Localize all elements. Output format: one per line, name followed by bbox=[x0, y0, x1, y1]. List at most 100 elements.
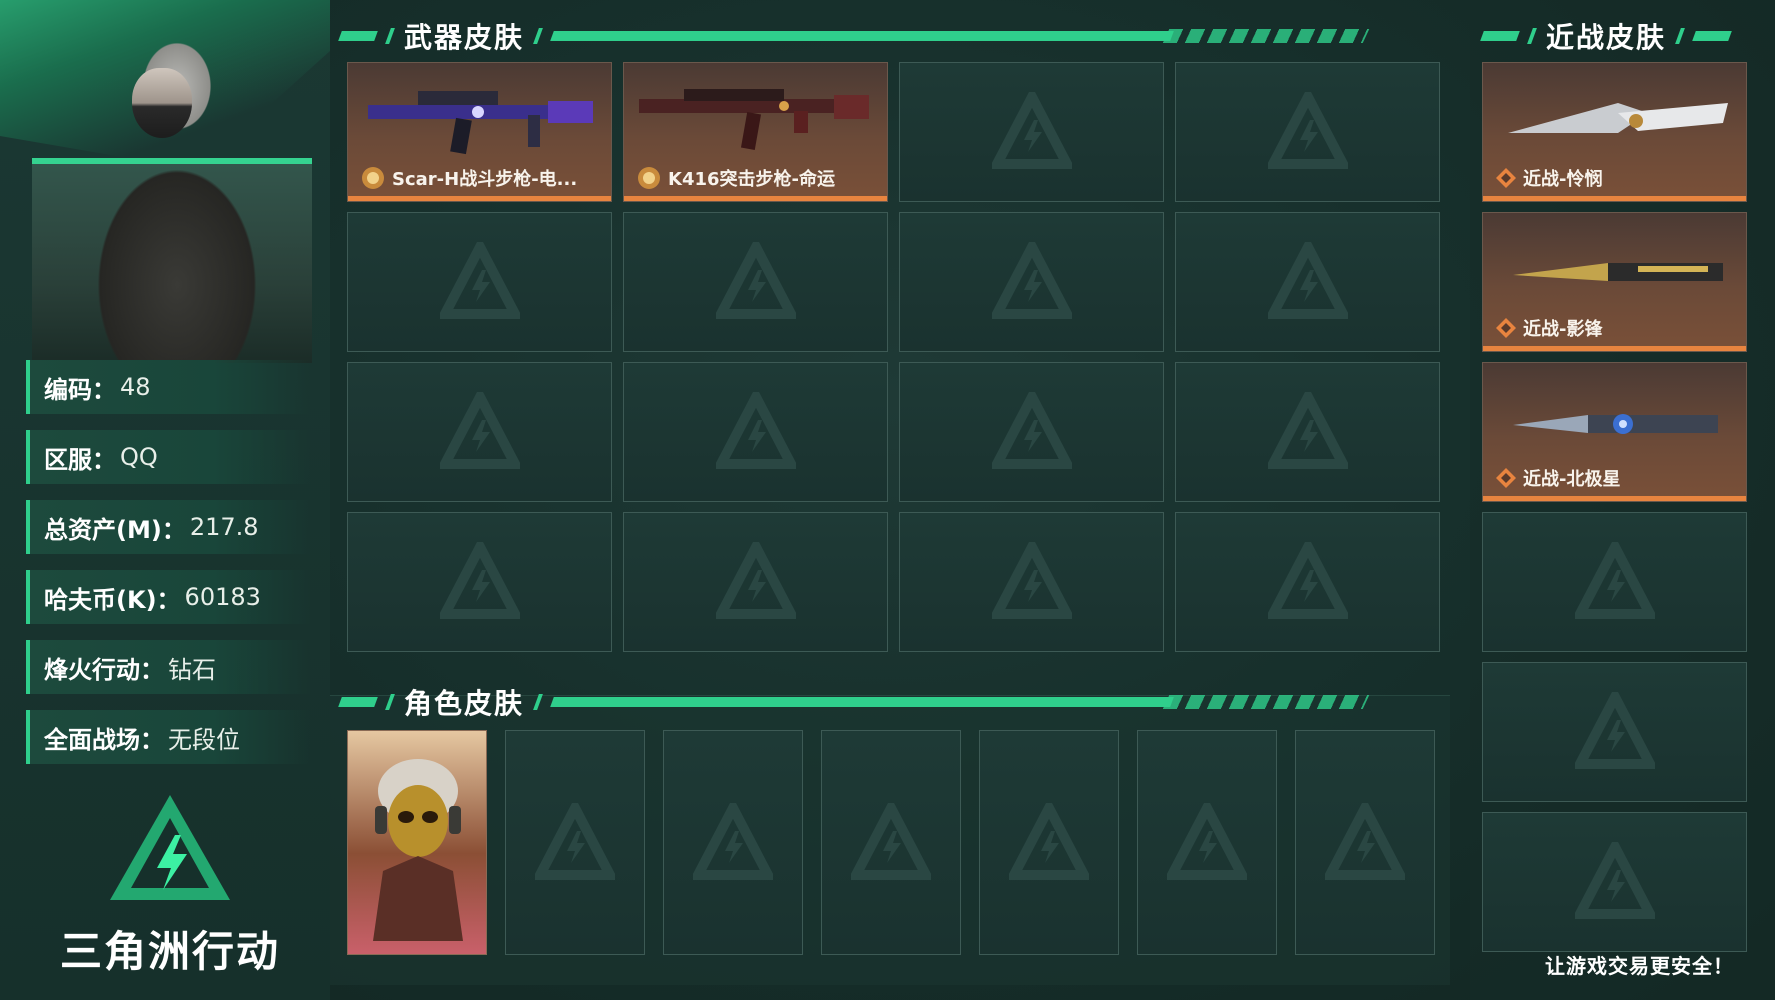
placeholder-logo-icon bbox=[693, 802, 773, 880]
placeholder-logo-icon bbox=[715, 242, 796, 319]
header-dash bbox=[338, 31, 378, 41]
operator-face bbox=[132, 68, 192, 138]
operator-figure bbox=[62, 8, 292, 363]
placeholder-logo-icon bbox=[1574, 542, 1655, 619]
weapon-card[interactable]: K416突击步枪-命运 bbox=[623, 62, 888, 202]
info-label: 编码： bbox=[44, 375, 116, 404]
empty-slot bbox=[821, 730, 961, 955]
weapon-name: Scar-H战斗步枪-电... bbox=[360, 165, 603, 191]
account-panel: 编码： 48 区服： QQ 总资产(M)： 217.8 哈夫币(K)： 6018… bbox=[0, 0, 330, 1000]
empty-slot bbox=[1175, 62, 1440, 202]
header-bar bbox=[550, 31, 1174, 41]
empty-slot bbox=[899, 62, 1164, 202]
empty-slot bbox=[1175, 362, 1440, 502]
info-row-server: 区服： QQ bbox=[26, 430, 311, 484]
empty-slot bbox=[899, 212, 1164, 352]
info-value: 钻石 bbox=[168, 655, 216, 684]
header-tick bbox=[385, 694, 395, 710]
placeholder-logo-icon bbox=[991, 542, 1072, 619]
operator-portrait bbox=[32, 8, 312, 363]
header-dash bbox=[1480, 31, 1520, 41]
empty-slot bbox=[1482, 512, 1747, 652]
knife-icon bbox=[1513, 414, 1718, 434]
empty-slot bbox=[505, 730, 645, 955]
empty-slot bbox=[347, 362, 612, 502]
melee-name-text: 近战-北极星 bbox=[1523, 469, 1621, 490]
placeholder-logo-icon bbox=[1267, 242, 1348, 319]
header-checker bbox=[1162, 29, 1370, 43]
info-row-operation-rank: 烽火行动： 钻石 bbox=[26, 640, 311, 694]
knife-icon bbox=[1513, 263, 1723, 281]
placeholder-logo-icon bbox=[991, 92, 1072, 169]
info-label: 区服： bbox=[44, 445, 116, 474]
placeholder-logo-icon bbox=[991, 242, 1072, 319]
collection-badge-icon bbox=[638, 167, 660, 189]
info-label: 哈夫币(K)： bbox=[44, 585, 181, 614]
placeholder-logo-icon bbox=[1325, 802, 1405, 880]
header-tick bbox=[533, 28, 543, 44]
placeholder-logo-icon bbox=[1167, 802, 1247, 880]
placeholder-logo-icon bbox=[851, 802, 931, 880]
placeholder-logo-icon bbox=[1574, 692, 1655, 769]
placeholder-logo-icon bbox=[439, 392, 520, 469]
empty-slot bbox=[623, 362, 888, 502]
operator-skin-card[interactable] bbox=[347, 730, 487, 955]
placeholder-logo-icon bbox=[1574, 842, 1655, 919]
rarity-diamond-icon bbox=[1496, 318, 1516, 338]
empty-slot bbox=[623, 512, 888, 652]
knife-icon bbox=[1508, 103, 1728, 133]
placeholder-logo-icon bbox=[439, 542, 520, 619]
melee-card[interactable]: 近战-怜悯 bbox=[1482, 62, 1747, 202]
info-row-coins: 哈夫币(K)： 60183 bbox=[26, 570, 311, 624]
brand-title: 三角洲行动 bbox=[60, 927, 281, 976]
gold-skull-operator-icon bbox=[373, 759, 463, 941]
role-section-header: 角色皮肤 bbox=[338, 682, 1455, 722]
header-bar bbox=[550, 697, 1174, 707]
placeholder-logo-icon bbox=[439, 242, 520, 319]
melee-name: 近战-北极星 bbox=[1495, 465, 1738, 491]
melee-section-title: 近战皮肤 bbox=[1546, 21, 1667, 54]
rifle-icon bbox=[639, 89, 869, 150]
melee-name-text: 近战-影锋 bbox=[1523, 319, 1603, 340]
info-value: 无段位 bbox=[168, 725, 240, 754]
info-value: 217.8 bbox=[189, 513, 259, 541]
empty-slot bbox=[1175, 512, 1440, 652]
info-row-warfare-rank: 全面战场： 无段位 bbox=[26, 710, 311, 764]
empty-slot bbox=[979, 730, 1119, 955]
melee-card[interactable]: 近战-北极星 bbox=[1482, 362, 1747, 502]
info-label: 烽火行动： bbox=[44, 655, 164, 684]
header-tick bbox=[1527, 28, 1537, 44]
weapon-name-text: K416突击步枪-命运 bbox=[668, 169, 835, 190]
info-value: 60183 bbox=[184, 583, 261, 611]
footer-slogan: 让游戏交易更安全！ bbox=[1545, 954, 1734, 978]
empty-slot bbox=[1482, 662, 1747, 802]
header-dash bbox=[338, 697, 378, 707]
weapon-section-title: 武器皮肤 bbox=[404, 21, 525, 54]
melee-section-header: 近战皮肤 bbox=[1480, 16, 1762, 56]
placeholder-logo-icon bbox=[991, 392, 1072, 469]
info-row-id: 编码： 48 bbox=[26, 360, 311, 414]
info-value: 48 bbox=[120, 373, 151, 401]
empty-slot bbox=[347, 512, 612, 652]
info-value: QQ bbox=[120, 443, 158, 471]
weapon-name: K416突击步枪-命运 bbox=[636, 165, 879, 191]
placeholder-logo-icon bbox=[535, 802, 615, 880]
empty-slot bbox=[1482, 812, 1747, 952]
role-section-title: 角色皮肤 bbox=[404, 687, 525, 720]
melee-name-text: 近战-怜悯 bbox=[1523, 169, 1603, 190]
melee-card[interactable]: 近战-影锋 bbox=[1482, 212, 1747, 352]
empty-slot bbox=[347, 212, 612, 352]
empty-slot bbox=[663, 730, 803, 955]
weapon-name-text: Scar-H战斗步枪-电... bbox=[392, 169, 578, 190]
placeholder-logo-icon bbox=[1267, 92, 1348, 169]
rifle-icon bbox=[368, 91, 593, 155]
rarity-diamond-icon bbox=[1496, 168, 1516, 188]
header-tick bbox=[385, 28, 395, 44]
placeholder-logo-icon bbox=[715, 542, 796, 619]
empty-slot bbox=[1295, 730, 1435, 955]
weapon-card[interactable]: Scar-H战斗步枪-电... bbox=[347, 62, 612, 202]
header-checker bbox=[1162, 695, 1370, 709]
placeholder-logo-icon bbox=[1009, 802, 1089, 880]
empty-slot bbox=[623, 212, 888, 352]
header-tick bbox=[533, 694, 543, 710]
